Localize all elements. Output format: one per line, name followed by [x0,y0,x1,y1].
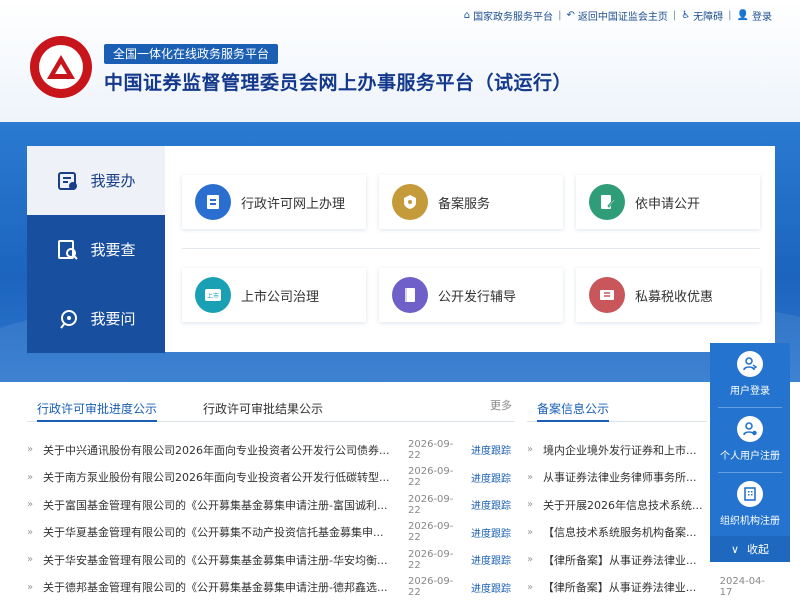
return-icon: ↶ [566,10,575,21]
search-doc-icon [56,238,80,262]
card-issuance-guidance[interactable]: 公开发行辅导 [379,268,563,322]
tab-record-info[interactable]: 备案信息公示 [537,394,610,422]
more-link[interactable]: 更多 [490,397,512,413]
ticket-icon [589,277,625,313]
svg-text:上市: 上市 [207,292,219,300]
arrow-icon: » [27,554,34,566]
arrow-icon: » [27,471,34,483]
arrow-icon: » [27,581,34,593]
arrow-icon: » [527,554,534,566]
arrow-icon: » [27,444,34,456]
user-icon: 👤 [736,10,749,21]
separator: | [672,10,677,21]
card-disclosure[interactable]: 依申请公开 [576,175,760,229]
edit-doc-icon [589,184,625,220]
side-tabs: 我要办 我要查 我要问 [27,146,165,353]
list-item: » 关于德邦基金管理有限公司的《公开募集基金募集申请注册-德邦鑫选... 202… [27,576,511,599]
tab-ask[interactable]: 我要问 [27,284,165,353]
record-icon [392,184,428,220]
arrow-icon: » [527,471,534,483]
collapse-button[interactable]: ∨ 收起 [710,536,790,562]
floating-user-panel: 用户登录 个人用户注册 组织机构注册 ∨ 收起 [710,343,790,562]
chevron-down-icon: ∨ [730,542,740,556]
accessibility-icon: ♿ [681,10,691,21]
accessibility-link[interactable]: ♿ 无障碍 [681,8,723,23]
site-title: 中国证券监督管理委员会网上办事服务平台（试运行） [104,72,573,94]
card-company-governance[interactable]: 上市 上市公司治理 [182,268,366,322]
arrow-icon: » [527,444,534,456]
list-item: » 关于中兴通讯股份有限公司2026年面向专业投资者公开发行公司债券... 20… [27,438,511,461]
question-icon [56,307,80,331]
org-register-button[interactable]: 组织机构注册 [710,473,790,537]
return-home-link[interactable]: ↶ 返回中国证监会主页 [566,8,667,23]
record-tabs: 备案信息公示 [527,394,707,422]
card-license[interactable]: 行政许可网上办理 [182,175,366,229]
login-link[interactable]: 👤 登录 [737,8,772,23]
arrow-icon: » [527,499,534,511]
card-record-service[interactable]: 备案服务 [379,175,563,229]
top-links: ⌂ 国家政务服务平台 | ↶ 返回中国证监会主页 | ♿ 无障碍 | 👤 登录 [464,8,772,23]
license-icon [195,184,231,220]
service-icon [56,169,80,193]
home-icon: ⌂ [463,10,471,21]
list-item: » 关于华安基金管理有限公司的《公开募集基金募集申请注册-华安均衡... 202… [27,548,511,571]
separator: | [728,10,732,21]
listed-company-icon: 上市 [195,277,231,313]
portal-link[interactable]: ⌂ 国家政务服务平台 [464,8,553,23]
site-header: ⌂ 国家政务服务平台 | ↶ 返回中国证监会主页 | ♿ 无障碍 | 👤 登录 … [0,0,800,122]
personal-register-button[interactable]: 个人用户注册 [710,408,790,472]
personal-user-icon [737,416,763,442]
separator: | [558,10,562,21]
platform-slogan: 全国一体化在线政务服务平台 [104,44,279,64]
login-icon [737,351,763,377]
arrow-icon: » [27,526,34,538]
tab-do[interactable]: 我要办 [27,146,165,215]
progress-list: » 关于中兴通讯股份有限公司2026年面向专业投资者公开发行公司债券... 20… [27,436,517,600]
book-icon [392,277,428,313]
list-item: » 关于富国基金管理有限公司的《公开募集基金募集申请注册-富国诚利... 202… [27,493,511,516]
approval-tabs: 行政许可审批进度公示 行政许可审批结果公示 [27,394,515,422]
tab-approval-progress[interactable]: 行政许可审批进度公示 [37,394,158,422]
tab-query[interactable]: 我要查 [27,215,165,284]
tab-approval-result[interactable]: 行政许可审批结果公示 [203,394,323,422]
user-login-button[interactable]: 用户登录 [710,343,790,407]
card-private-fund-tax[interactable]: 私募税收优惠 [576,268,760,322]
card-divider [182,248,760,249]
building-icon [737,481,763,507]
csrc-logo [30,36,92,98]
list-item: » 关于华夏基金管理有限公司的《公开募集不动产投资信托基金募集申... 2026… [27,521,511,544]
list-item: » 【律所备案】从事证券法律业... 2024-04-17 [527,576,766,599]
list-item: » 关于南方泵业股份有限公司2026年面向专业投资者公开发行低碳转型... 20… [27,466,511,489]
arrow-icon: » [527,526,534,538]
arrow-icon: » [527,581,534,593]
arrow-icon: » [27,499,34,511]
